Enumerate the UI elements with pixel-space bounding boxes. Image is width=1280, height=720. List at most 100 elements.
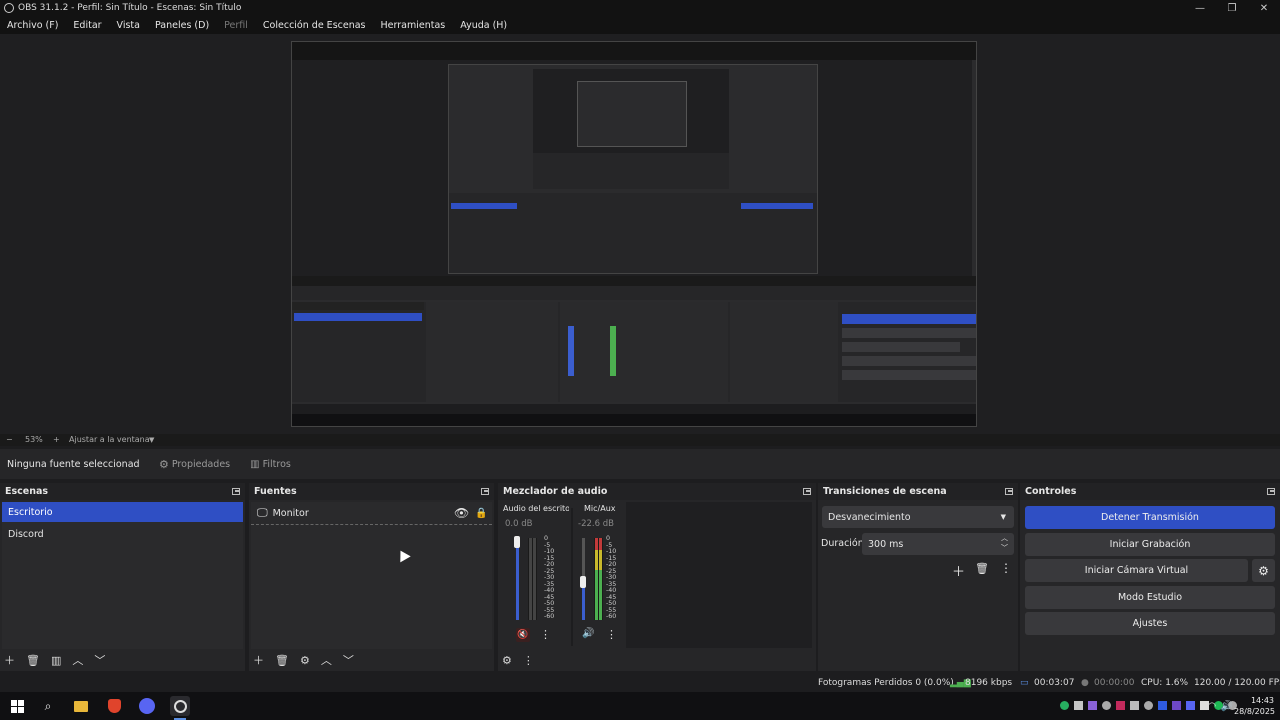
controls-header: Controles [1020,483,1280,500]
chevron-down-icon[interactable]: ﹀ [94,652,105,668]
undock-icon[interactable] [1267,488,1275,495]
source-item-monitor[interactable]: 🖵 Monitor 👁 🔒 [251,502,492,525]
minimize-button[interactable]: — [1184,0,1216,16]
preview-canvas[interactable] [291,41,977,427]
scenes-title: Escenas [5,486,49,497]
add-icon[interactable]: ＋ [952,561,965,580]
advanced-audio-icon[interactable]: ⚙ [502,654,512,667]
file-explorer-icon[interactable] [72,697,90,715]
mixer-empty-area [626,502,812,648]
tray-app-icon[interactable] [1060,701,1069,710]
volume-slider-handle[interactable] [514,536,520,548]
tray-app-icon[interactable] [1144,701,1153,710]
discord-icon[interactable] [138,697,156,715]
menu-coleccion-escenas[interactable]: Colección de Escenas [263,20,366,31]
start-virtual-camera-button[interactable]: Iniciar Cámara Virtual [1025,559,1248,582]
tray-app-icon[interactable] [1102,701,1111,710]
eye-icon[interactable]: 👁 [454,506,469,520]
undock-icon[interactable] [803,488,811,495]
tray-app-icon[interactable] [1116,701,1125,710]
speaker-icon[interactable]: 🔊 [582,628,594,639]
obs-taskbar-icon[interactable] [170,696,190,716]
tray-app-icon[interactable] [1088,701,1097,710]
chevron-down-icon: ▼ [1000,513,1006,521]
chevron-down-icon[interactable]: ﹀ [343,652,354,668]
gear-icon[interactable]: ⚙ [300,654,310,667]
volume-slider[interactable] [516,538,519,620]
properties-button[interactable]: ⚙ Propiedades [151,453,238,475]
stream-icon: ▭ [1020,678,1029,688]
filter-icon: ▥ [250,458,260,470]
zoom-bar: − 53% + Ajustar a la ventana ▼ [0,434,1280,446]
mixer-channels: Audio del escritorio 0.0 dB 0 -5 -10 -15… [498,502,624,648]
filter-icon[interactable]: ▥ [51,654,61,667]
menu-bar: Archivo (F) Editar Vista Paneles (D) Per… [0,16,1280,34]
channel-db: -22.6 dB [578,519,614,529]
zoom-dropdown-icon[interactable]: ▼ [149,436,154,444]
stepper-up-icon[interactable]: ︿ [1001,533,1008,543]
menu-vista[interactable]: Vista [117,20,140,31]
filters-label: Filtros [262,458,291,470]
transition-menu-icon[interactable]: ⋮ [1000,561,1012,575]
volume-slider-handle[interactable] [580,576,586,588]
menu-perfil[interactable]: Perfil [224,20,248,31]
scene-label: Escritorio [8,506,53,518]
fit-to-window-label: Ajustar a la ventana [69,435,150,444]
menu-paneles[interactable]: Paneles (D) [155,20,209,31]
menu-editar[interactable]: Editar [73,20,101,31]
volume-meter [594,538,603,620]
windows-start-icon[interactable] [8,697,26,715]
stepper-down-icon[interactable]: ﹀ [1001,543,1008,553]
undock-icon[interactable] [232,488,240,495]
search-icon[interactable]: ⌕ [39,697,57,715]
zoom-out-button[interactable]: − [6,435,13,444]
tray-app-icon[interactable] [1074,701,1083,710]
settings-button[interactable]: Ajustes [1025,612,1275,635]
zoom-in-button[interactable]: + [53,435,60,444]
transition-select[interactable]: Desvanecimiento ▼ [822,506,1014,528]
mixer-menu-icon[interactable]: ⋮ [523,654,534,667]
chevron-up-icon[interactable]: ︿ [321,652,332,668]
studio-mode-button[interactable]: Modo Estudio [1025,586,1275,609]
mouse-cursor-icon [395,547,411,563]
close-button[interactable]: ✕ [1248,0,1280,16]
tray-app-icon[interactable] [1130,701,1139,710]
duration-stepper[interactable]: 300 ms ︿ ﹀ [862,533,1014,555]
trash-icon[interactable]: 🗑 [275,654,289,667]
obs-logo-icon [4,3,14,13]
menu-ayuda[interactable]: Ayuda (H) [460,20,507,31]
trash-icon[interactable]: 🗑 [26,654,40,667]
undock-icon[interactable] [481,488,489,495]
scene-item-discord[interactable]: Discord [2,524,243,544]
trash-icon[interactable]: 🗑 [975,562,989,575]
stop-streaming-button[interactable]: Detener Transmisión [1025,506,1275,529]
chevron-up-icon[interactable]: ︿ [72,652,83,668]
channel-menu-icon[interactable]: ⋮ [606,628,617,641]
transitions-header: Transiciones de escena [818,483,1018,500]
maximize-button[interactable]: ❐ [1216,0,1248,16]
gear-icon: ⚙ [1258,563,1269,578]
tray-app-icon[interactable] [1158,701,1167,710]
scenes-footer: ＋ 🗑 ▥ ︿ ﹀ [4,652,241,668]
undock-icon[interactable] [1005,488,1013,495]
menu-archivo[interactable]: Archivo (F) [7,20,58,31]
clock-time: 14:43 [1250,696,1274,705]
filters-button[interactable]: ▥ Filtros [242,453,299,475]
muted-speaker-icon[interactable]: 🔇 [516,628,530,642]
mixer-header: Mezclador de audio [498,483,816,500]
menu-herramientas[interactable]: Herramientas [381,20,446,31]
mixer-title: Mezclador de audio [503,486,608,497]
virtual-camera-settings-button[interactable]: ⚙ [1252,559,1275,582]
audio-mixer-dock: Mezclador de audio Audio del escritorio … [498,483,816,671]
transitions-title: Transiciones de escena [823,486,947,497]
add-icon[interactable]: ＋ [4,652,15,668]
brave-browser-icon[interactable] [105,697,123,715]
start-recording-button[interactable]: Iniciar Grabación [1025,533,1275,556]
clock[interactable]: 14:43 28/8/2025 [1234,695,1275,717]
channel-menu-icon[interactable]: ⋮ [540,628,551,641]
add-icon[interactable]: ＋ [253,652,264,668]
tray-app-icon[interactable] [1186,701,1195,710]
lock-icon[interactable]: 🔒 [475,508,487,519]
tray-app-icon[interactable] [1172,701,1181,710]
scene-item-escritorio[interactable]: Escritorio [2,502,243,522]
